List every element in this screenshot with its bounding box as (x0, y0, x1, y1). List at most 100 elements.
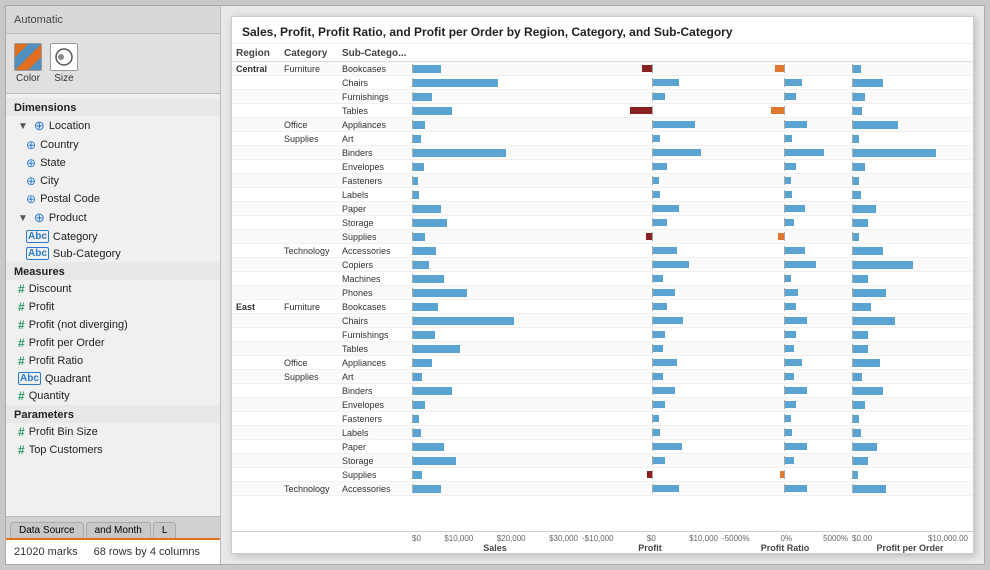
cell-perorder (850, 175, 970, 186)
cell-perorder (850, 343, 970, 354)
hash-icon: # (18, 443, 25, 457)
cell-perorder (850, 371, 970, 382)
cell-subcat: Paper (342, 204, 410, 214)
table-row: Technology Accessories (232, 244, 973, 258)
cell-subcat: Envelopes (342, 400, 410, 410)
sidebar-item-country[interactable]: ⊕ Country (6, 136, 220, 154)
cell-ratio (720, 147, 850, 158)
cell-subcat: Art (342, 134, 410, 144)
cell-ratio (720, 469, 850, 480)
table-row: Supplies (232, 230, 973, 244)
cell-subcat: Fasteners (342, 176, 410, 186)
globe-icon: ⊕ (26, 174, 36, 188)
cell-ratio (720, 77, 850, 88)
cell-category: Supplies (284, 372, 342, 382)
sidebar-item-profit-bin-size[interactable]: # Profit Bin Size (6, 423, 220, 441)
cell-profit (580, 245, 720, 256)
cell-subcat: Storage (342, 456, 410, 466)
sidebar-item-profit[interactable]: # Profit (6, 298, 220, 316)
cell-perorder (850, 63, 970, 74)
table-row: Binders (232, 384, 973, 398)
cell-subcat: Binders (342, 386, 410, 396)
cell-perorder (850, 273, 970, 284)
table-row: Tables (232, 342, 973, 356)
main-container: Automatic Color Size Dimensions (5, 5, 985, 565)
rows-cols: 68 rows by 4 columns (94, 546, 200, 558)
cell-profit (580, 469, 720, 480)
sidebar-item-top-customers[interactable]: # Top Customers (6, 441, 220, 459)
sidebar-item-profit-per-order[interactable]: # Profit per Order (6, 334, 220, 352)
table-row: Central Furniture Bookcases (232, 62, 973, 76)
cell-subcat: Storage (342, 218, 410, 228)
abc-icon: Abc (26, 230, 49, 243)
cell-subcat: Paper (342, 442, 410, 452)
cell-perorder (850, 245, 970, 256)
cell-perorder (850, 441, 970, 452)
sidebar-item-quantity[interactable]: # Quantity (6, 387, 220, 405)
cell-perorder (850, 77, 970, 88)
cell-ratio (720, 231, 850, 242)
dimensions-header: Dimensions (6, 98, 220, 116)
cell-profit (580, 147, 720, 158)
cell-profit (580, 371, 720, 382)
hierarchy-icon: ⊕ (34, 210, 45, 226)
cell-sales (410, 161, 580, 172)
sidebar-item-postal-code[interactable]: ⊕ Postal Code (6, 190, 220, 208)
sidebar-item-profit-ratio[interactable]: # Profit Ratio (6, 352, 220, 370)
cell-sales (410, 273, 580, 284)
tab-data-source[interactable]: Data Source (10, 522, 84, 538)
cell-profit (580, 203, 720, 214)
cell-profit (580, 119, 720, 130)
cell-sales (410, 63, 580, 74)
tab-and-month-label: and Month (95, 525, 142, 536)
cell-ratio (720, 315, 850, 326)
cell-perorder (850, 161, 970, 172)
product-group[interactable]: ▼ ⊕ Product (6, 208, 220, 228)
table-row: East Furniture Bookcases (232, 300, 973, 314)
cell-ratio (720, 189, 850, 200)
cell-profit (580, 399, 720, 410)
sidebar-item-state[interactable]: ⊕ State (6, 154, 220, 172)
top-customers-label: Top Customers (29, 444, 103, 456)
cell-category: Furniture (284, 302, 342, 312)
size-icon (50, 43, 78, 71)
chart-title: Sales, Profit, Profit Ratio, and Profit … (232, 17, 973, 44)
cell-sales (410, 469, 580, 480)
cell-sales (410, 427, 580, 438)
cell-ratio (720, 273, 850, 284)
cell-subcat: Appliances (342, 120, 410, 130)
hash-icon: # (18, 336, 25, 350)
color-label: Color (16, 73, 40, 84)
table-row: Supplies (232, 468, 973, 482)
cell-sales (410, 147, 580, 158)
cell-ratio (720, 217, 850, 228)
size-button[interactable]: Size (50, 43, 78, 84)
cell-ratio (720, 133, 850, 144)
sidebar-item-discount[interactable]: # Discount (6, 280, 220, 298)
location-group[interactable]: ▼ ⊕ Location (6, 116, 220, 136)
abc-icon: Abc (18, 372, 41, 385)
color-button[interactable]: Color (14, 43, 42, 84)
cell-profit (580, 189, 720, 200)
table-row: Office Appliances (232, 356, 973, 370)
cell-perorder (850, 231, 970, 242)
cell-profit (580, 105, 720, 116)
sidebar-item-city[interactable]: ⊕ City (6, 172, 220, 190)
sidebar-item-profit-not-diverging[interactable]: # Profit (not diverging) (6, 316, 220, 334)
cell-category: Technology (284, 484, 342, 494)
tab-and-month[interactable]: and Month (86, 522, 151, 538)
cell-sales (410, 287, 580, 298)
cell-ratio (720, 105, 850, 116)
cell-ratio (720, 399, 850, 410)
cell-perorder (850, 483, 970, 494)
tab-l[interactable]: L (153, 522, 177, 538)
cell-subcat: Phones (342, 288, 410, 298)
sidebar-item-sub-category[interactable]: Abc Sub-Category (6, 245, 220, 262)
sidebar-item-category[interactable]: Abc Category (6, 228, 220, 245)
location-label: Location (49, 120, 91, 132)
profit-axis-label: Profit (580, 543, 720, 553)
sidebar-item-quadrant[interactable]: Abc Quadrant (6, 370, 220, 387)
cell-ratio (720, 371, 850, 382)
cell-profit (580, 133, 720, 144)
table-row: Technology Accessories (232, 482, 973, 496)
